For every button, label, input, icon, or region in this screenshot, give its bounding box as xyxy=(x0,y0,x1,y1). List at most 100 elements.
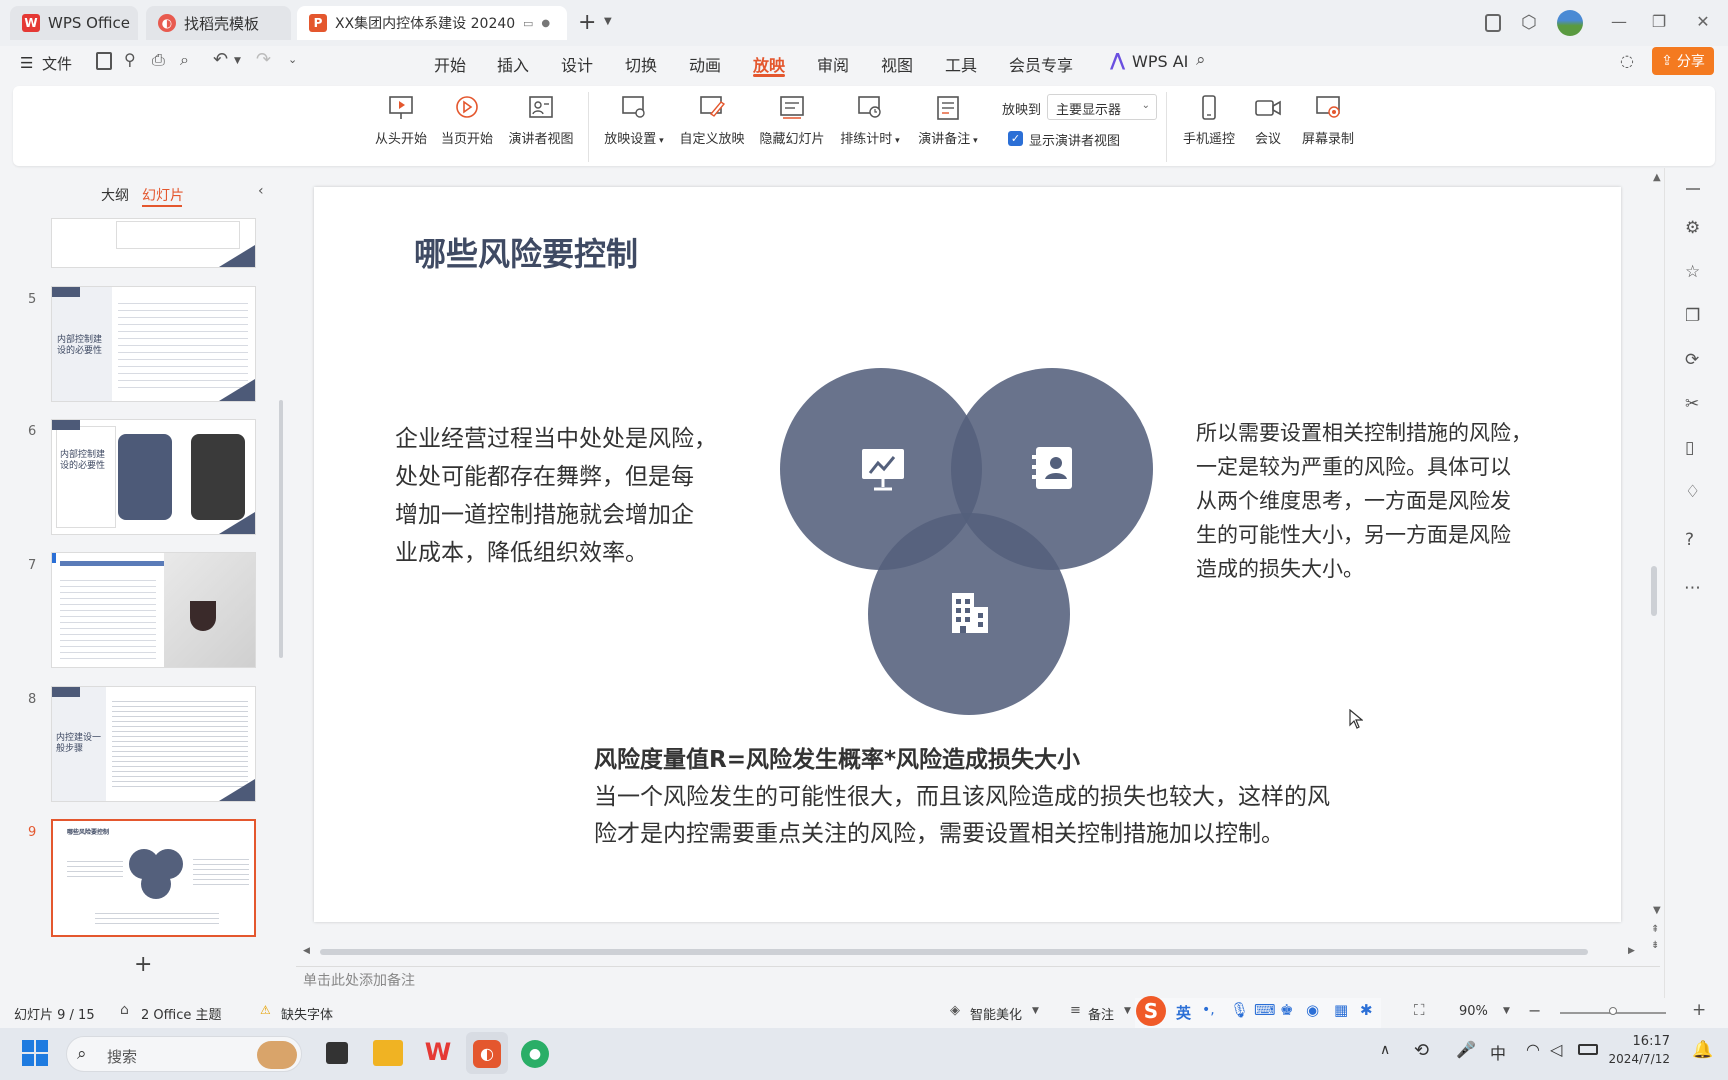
chat-icon[interactable]: ◌ xyxy=(1620,51,1634,70)
menu-animation[interactable]: 动画 xyxy=(689,52,721,76)
wps-ai-button[interactable]: WPS AI xyxy=(1132,52,1188,71)
redo-icon[interactable]: ↷ xyxy=(256,49,271,70)
clock-time[interactable]: 16:17 xyxy=(1618,1034,1670,1049)
more-quick-access-icon[interactable]: ⌄ xyxy=(288,53,297,66)
settings-icon[interactable]: ✱ xyxy=(1360,1001,1373,1019)
slide-thumbnail-8[interactable]: 内控建设一般步骤 xyxy=(51,686,256,802)
search-icon[interactable]: ⌕ xyxy=(1196,50,1206,70)
slide-title[interactable]: 哪些风险要控制 xyxy=(414,229,638,275)
scroll-down-icon[interactable]: ▼ xyxy=(1653,905,1661,916)
theme-name[interactable]: 2 Office 主题 xyxy=(141,1004,221,1023)
chevron-down-icon[interactable]: ▼ xyxy=(604,16,612,27)
shirt-icon[interactable]: ♢ xyxy=(1685,482,1700,502)
tools-icon[interactable]: ✂ xyxy=(1685,394,1699,414)
tab-current-document[interactable]: P XX集团内控体系建设 2024070 ▭ ● xyxy=(297,6,567,40)
custom-slideshow-button[interactable]: 自定义放映 xyxy=(676,94,748,147)
menu-member[interactable]: 会员专享 xyxy=(1009,52,1073,76)
wifi-icon[interactable]: ◠ xyxy=(1526,1040,1540,1059)
sync-icon[interactable]: ⟲ xyxy=(1414,1040,1429,1061)
wechat-icon[interactable]: ● xyxy=(521,1040,549,1068)
game-icon[interactable]: ◉ xyxy=(1306,1001,1319,1019)
ime-tray-icon[interactable]: 中 xyxy=(1490,1040,1506,1064)
sogou-ime-icon[interactable]: S xyxy=(1136,996,1166,1026)
scroll-up-icon[interactable]: ▲ xyxy=(1653,172,1661,183)
zoom-out-icon[interactable]: − xyxy=(1528,1001,1541,1020)
chevron-down-icon[interactable]: ▼ xyxy=(1124,1006,1131,1016)
scroll-left-icon[interactable]: ◀ xyxy=(303,946,310,956)
phone-remote-button[interactable]: 手机遥控 xyxy=(1176,94,1242,147)
share-button[interactable]: ⇪ 分享 xyxy=(1652,47,1714,75)
hide-slide-button[interactable]: 隐藏幻灯片 xyxy=(756,94,828,147)
missing-font-button[interactable]: 缺失字体 xyxy=(281,1004,333,1023)
slide-thumbnail-7[interactable] xyxy=(51,552,256,668)
slide-thumbnail-9[interactable]: 哪些风险要控制 xyxy=(51,819,256,937)
file-explorer-icon[interactable] xyxy=(373,1040,403,1066)
next-slide-icon[interactable]: ⇟ xyxy=(1651,940,1659,951)
notes-placeholder[interactable]: 单击此处添加备注 xyxy=(303,970,415,990)
play-to-select[interactable]: 主要显示器 ⌄ xyxy=(1047,94,1157,120)
add-slide-icon[interactable]: + xyxy=(134,952,152,977)
skin-icon[interactable]: ♚ xyxy=(1280,1001,1293,1019)
presenter-view-button[interactable]: 演讲者视图 xyxy=(504,94,578,147)
menu-slideshow[interactable]: 放映 xyxy=(753,52,785,76)
chevron-down-icon[interactable]: ▼ xyxy=(1032,1006,1039,1016)
apps-icon[interactable]: ▦ xyxy=(1334,1001,1348,1019)
menu-review[interactable]: 审阅 xyxy=(817,52,849,76)
slide-canvas[interactable]: 哪些风险要控制 企业经营过程当中处处是风险， 处处可能都存在舞弊，但是每 增加一… xyxy=(314,187,1621,922)
zoom-in-icon[interactable]: + xyxy=(1692,1000,1706,1020)
volume-icon[interactable]: ◁ xyxy=(1550,1040,1562,1059)
zoom-level[interactable]: 90% xyxy=(1459,1004,1488,1019)
keyboard-icon[interactable]: ⌨ xyxy=(1254,1001,1276,1019)
vertical-scrollbar[interactable] xyxy=(1651,566,1657,616)
menu-view[interactable]: 视图 xyxy=(881,52,913,76)
menu-design[interactable]: 设计 xyxy=(561,52,593,76)
show-hidden-icons[interactable]: ∧ xyxy=(1380,1042,1390,1058)
minimize-icon[interactable]: — xyxy=(1608,12,1630,34)
hamburger-icon[interactable]: ☰ xyxy=(20,54,33,72)
star-icon[interactable]: ☆ xyxy=(1685,262,1700,282)
meeting-button[interactable]: 会议 xyxy=(1248,94,1288,147)
rehearse-timing-button[interactable]: 排练计时 ▾ xyxy=(834,94,906,147)
left-text-box[interactable]: 企业经营过程当中处处是风险， 处处可能都存在舞弊，但是每 增加一道控制措施就会增… xyxy=(395,420,717,572)
print-preview-icon[interactable]: ⌕ xyxy=(180,50,189,70)
prev-slide-icon[interactable]: ⇞ xyxy=(1651,924,1659,935)
slide-thumbnail-5[interactable]: 内部控制建设的必要性 xyxy=(51,286,256,402)
wps-taskbar-icon[interactable]: W xyxy=(423,1038,453,1068)
notification-icon[interactable]: 🔔 xyxy=(1692,1040,1713,1060)
presenter-view-checkbox[interactable]: ✓ xyxy=(1008,131,1023,146)
wps-presentation-icon[interactable]: ◐ xyxy=(473,1040,501,1068)
collapse-toolbar-icon[interactable] xyxy=(1686,188,1700,190)
smart-beautify-button[interactable]: 智能美化 xyxy=(970,1004,1022,1023)
fit-window-icon[interactable]: ⛶ xyxy=(1414,1001,1425,1019)
copy-icon[interactable]: ❐ xyxy=(1685,306,1700,326)
menu-start[interactable]: 开始 xyxy=(434,52,466,76)
zoom-slider-thumb[interactable] xyxy=(1609,1007,1617,1015)
horizontal-scrollbar[interactable] xyxy=(320,949,1588,955)
ime-language[interactable]: 英 xyxy=(1176,1002,1191,1023)
avatar[interactable] xyxy=(1557,10,1583,36)
restore-icon[interactable]: ❐ xyxy=(1648,12,1670,34)
notes-button[interactable]: 备注 xyxy=(1088,1004,1114,1023)
tab-outline[interactable]: 大纲 xyxy=(101,185,129,205)
play-from-current-button[interactable]: 当页开始 xyxy=(438,94,496,147)
help-icon[interactable]: ? xyxy=(1685,530,1694,550)
clock-date[interactable]: 2024/7/12 xyxy=(1600,1052,1670,1066)
undo-dropdown-icon[interactable]: ▼ xyxy=(234,56,241,66)
punctuation-icon[interactable]: •, xyxy=(1202,1002,1215,1018)
print-icon[interactable]: ⎙ xyxy=(152,50,165,70)
more-icon[interactable]: ⋯ xyxy=(1684,578,1701,598)
tab-wps-office[interactable]: W WPS Office xyxy=(10,6,138,40)
windows-start-icon[interactable] xyxy=(22,1040,48,1066)
battery-icon[interactable] xyxy=(1578,1044,1598,1055)
screen-record-button[interactable]: 屏幕录制 xyxy=(1296,94,1360,147)
layout-icon[interactable] xyxy=(1485,14,1501,32)
bottom-text-box[interactable]: 风险度量值R=风险发生概率*风险造成损失大小 当一个风险发生的可能性很大，而且该… xyxy=(594,742,1330,853)
slideshow-settings-button[interactable]: 放映设置 ▾ xyxy=(598,94,670,147)
menu-insert[interactable]: 插入 xyxy=(497,52,529,76)
tab-slides[interactable]: 幻灯片 xyxy=(142,185,184,205)
scroll-right-icon[interactable]: ▶ xyxy=(1628,946,1635,956)
undo-icon[interactable]: ↶ xyxy=(213,49,228,70)
file-menu[interactable]: 文件 xyxy=(42,53,72,74)
slide-thumbnail-6[interactable]: 内部控制建设的必要性 xyxy=(51,419,256,535)
panel-scrollbar[interactable] xyxy=(279,400,283,658)
